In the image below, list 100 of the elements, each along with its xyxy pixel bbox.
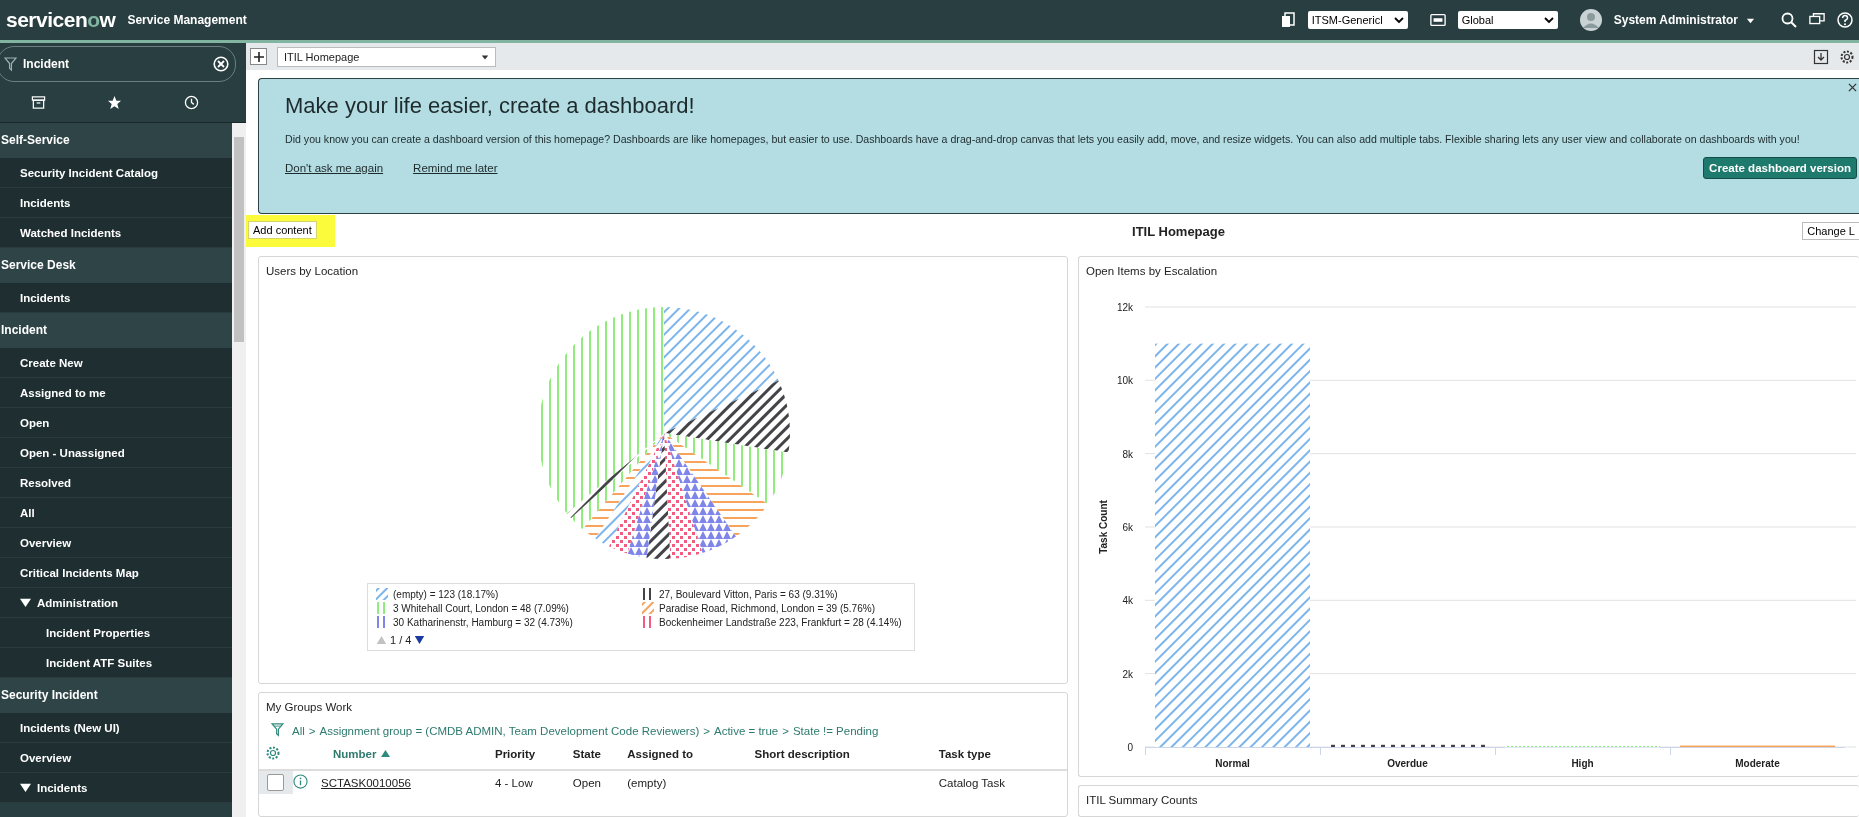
avatar-icon[interactable]: [1579, 9, 1602, 31]
menu-item[interactable]: Incidents (New UI): [0, 713, 232, 743]
row-checkbox[interactable]: [267, 774, 284, 791]
create-dashboard-button[interactable]: Create dashboard version: [1703, 157, 1857, 179]
pie-slice[interactable]: [664, 433, 768, 537]
pie-slice[interactable]: [664, 433, 703, 559]
domain-select[interactable]: Global: [1457, 11, 1558, 29]
help-icon[interactable]: [1837, 12, 1853, 28]
history-icon[interactable]: [184, 94, 200, 110]
pie-slice[interactable]: [627, 433, 664, 558]
breadcrumb-link[interactable]: Assignment group = (CMDB ADMIN, Team Development Code Reviewers): [319, 725, 700, 737]
user-menu[interactable]: System Administrator: [1613, 13, 1755, 27]
legend-label[interactable]: Bockenheimer Landstraße 223, Frankfurt = 28 (4.14%): [659, 616, 902, 628]
column-header[interactable]: Short description: [754, 748, 850, 760]
menu-item[interactable]: Assigned to me: [0, 378, 232, 408]
legend-label[interactable]: 30 Katharinenstr, Hamburg = 32 (4.73%): [393, 616, 573, 628]
settings-icon[interactable]: [1839, 48, 1855, 65]
table-cell: (empty): [627, 776, 667, 789]
add-button[interactable]: [250, 48, 267, 65]
page-title: ITIL Homepage: [1132, 223, 1225, 239]
menu-section-header[interactable]: Self-Service: [0, 123, 232, 158]
breadcrumb-link[interactable]: Active = true: [714, 725, 779, 737]
table-cell: 4 - Low: [494, 776, 533, 789]
axis-tick-label: 8k: [1122, 448, 1133, 460]
banner-link[interactable]: Don't ask me again: [285, 162, 384, 174]
menu-item[interactable]: Overview: [0, 528, 232, 558]
breadcrumb-separator: >: [703, 725, 710, 737]
banner-text: Did you know you can create a dashboard version of this homepage? Dashboards are like homepages, but easier to use. Dashboards have a drag-and-drop canvas that lets you easily add, move, and resize widgets. You can also add multiple tabs. Flexible sharing lets any user view and collaborate on dashboards with you!: [285, 133, 1801, 145]
brand-logo[interactable]: servicenow: [6, 8, 116, 32]
filter-icon[interactable]: [271, 723, 284, 739]
menu-item[interactable]: Incidents: [0, 188, 232, 218]
panel-title: Open Items by Escalation: [1085, 264, 1219, 279]
menu-item[interactable]: Administration: [0, 588, 232, 618]
card-icon[interactable]: [1429, 12, 1446, 28]
clear-icon[interactable]: [213, 56, 229, 72]
menu-item[interactable]: Open - Unassigned: [0, 438, 232, 468]
breadcrumb-link[interactable]: State != Pending: [792, 725, 879, 737]
pie-slice[interactable]: [571, 433, 664, 530]
column-header[interactable]: Priority: [494, 748, 536, 760]
pie-slice[interactable]: [595, 433, 664, 547]
menu-item[interactable]: Watched Incidents: [0, 218, 232, 248]
pie-slice[interactable]: [664, 433, 736, 553]
menu-item-label: All: [20, 506, 35, 519]
homepage-select[interactable]: ITIL Homepage: [277, 46, 496, 67]
table-cell: Catalog Task: [938, 776, 1005, 789]
menu-item-label: Resolved: [20, 476, 72, 489]
column-header[interactable]: Number: [333, 748, 377, 760]
menu-item-label: Open: [20, 416, 50, 429]
legend-label[interactable]: 27, Boulevard Vitton, Paris = 63 (9.31%): [659, 588, 838, 600]
axis-tick-label: 4k: [1122, 595, 1133, 607]
menu-item[interactable]: Incidents: [0, 283, 232, 313]
column-header[interactable]: Assigned to: [627, 748, 694, 760]
breadcrumb-separator: >: [782, 725, 789, 737]
next-page-icon[interactable]: [414, 635, 426, 645]
record-link[interactable]: SCTASK0010056: [321, 776, 411, 789]
menu-item-label: Create New: [20, 356, 83, 369]
change-layout-button[interactable]: Change L: [1802, 222, 1859, 240]
menu-item-label: Assigned to me: [20, 386, 106, 399]
banner-link[interactable]: Remind me later: [413, 162, 498, 174]
breadcrumb-link[interactable]: All: [292, 725, 305, 737]
pie-slice[interactable]: [664, 307, 779, 433]
menu-section-header[interactable]: Security Incident: [0, 678, 232, 713]
pie-slice[interactable]: [664, 380, 790, 453]
info-icon[interactable]: [293, 774, 308, 789]
scrollbar[interactable]: [232, 123, 246, 817]
column-header[interactable]: State: [572, 748, 601, 760]
menu-item[interactable]: Incident Properties: [0, 618, 232, 648]
column-header[interactable]: Task type: [938, 748, 991, 760]
close-icon[interactable]: [1848, 83, 1857, 92]
menu-item[interactable]: Critical Incidents Map: [0, 558, 232, 588]
bar[interactable]: [1330, 744, 1485, 747]
search-icon[interactable]: [1781, 12, 1797, 28]
star-icon[interactable]: [107, 94, 123, 110]
menu-item[interactable]: Open: [0, 408, 232, 438]
menu-section-header[interactable]: Incident: [0, 313, 232, 348]
archive-icon[interactable]: [30, 94, 46, 110]
pie-slice[interactable]: [608, 433, 664, 554]
legend-label[interactable]: 3 Whitehall Court, London = 48 (7.09%): [393, 602, 569, 614]
legend-label[interactable]: (empty) = 123 (18.17%): [393, 588, 499, 600]
menu-section-header[interactable]: Service Desk: [0, 248, 232, 283]
menu-item[interactable]: Security Incident Catalog: [0, 158, 232, 188]
menu-item[interactable]: All: [0, 498, 232, 528]
menu-item[interactable]: Resolved: [0, 468, 232, 498]
menu-item[interactable]: Create New: [0, 348, 232, 378]
document-icon[interactable]: [1279, 12, 1296, 28]
axis-title: Task Count: [1098, 500, 1109, 554]
pie-slice[interactable]: [664, 433, 789, 505]
menu-item[interactable]: Incidents: [0, 773, 232, 803]
download-icon[interactable]: [1813, 48, 1829, 65]
caret-icon: [481, 52, 489, 61]
legend-label[interactable]: Paradise Road, Richmond, London = 39 (5.76%): [659, 602, 875, 614]
page-indicator: 1 / 4: [390, 634, 412, 646]
axis-tick-label: 12k: [1116, 302, 1133, 313]
menu-item[interactable]: Overview: [0, 743, 232, 773]
filter-field[interactable]: Incident: [23, 55, 207, 73]
scope-select[interactable]: ITSM-Genericl: [1307, 11, 1408, 29]
add-content-button[interactable]: Add content: [248, 221, 317, 239]
menu-item-label: Overview: [20, 536, 72, 549]
panel-title: Users by Location: [265, 264, 360, 279]
menu-item[interactable]: Incident ATF Suites: [0, 648, 232, 678]
